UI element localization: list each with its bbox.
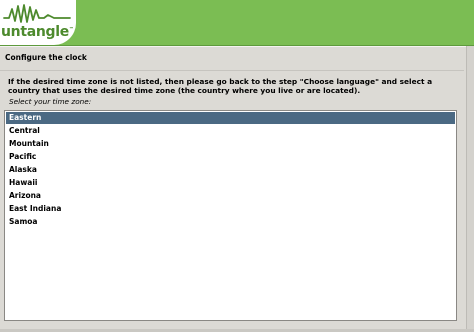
- header-bar: untangle™: [0, 0, 474, 46]
- step-title: Configure the clock: [5, 53, 87, 62]
- timezone-option-eastern[interactable]: Eastern: [6, 112, 455, 124]
- brand-wordmark: untangle™: [1, 24, 74, 40]
- timezone-option-alaska[interactable]: Alaska: [6, 164, 455, 176]
- untangle-logo: untangle™: [0, 0, 76, 45]
- timezone-option-pacific[interactable]: Pacific: [6, 151, 455, 163]
- signal-wave-icon: [3, 4, 71, 23]
- timezone-panel: If the desired time zone is not listed, …: [0, 70, 464, 329]
- window-right-edge: [466, 46, 474, 332]
- timezone-option-arizona[interactable]: Arizona: [6, 190, 455, 202]
- timezone-option-east-indiana[interactable]: East Indiana: [6, 203, 455, 215]
- timezone-description: If the desired time zone is not listed, …: [8, 77, 433, 96]
- timezone-option-samoa[interactable]: Samoa: [6, 216, 455, 228]
- timezone-prompt: Select your time zone:: [9, 97, 92, 106]
- timezone-option-mountain[interactable]: Mountain: [6, 138, 455, 150]
- header-divider: [0, 46, 474, 47]
- timezone-option-hawaii[interactable]: Hawaii: [6, 177, 455, 189]
- timezone-listbox[interactable]: Eastern Central Mountain Pacific Alaska …: [4, 110, 457, 321]
- timezone-option-central[interactable]: Central: [6, 125, 455, 137]
